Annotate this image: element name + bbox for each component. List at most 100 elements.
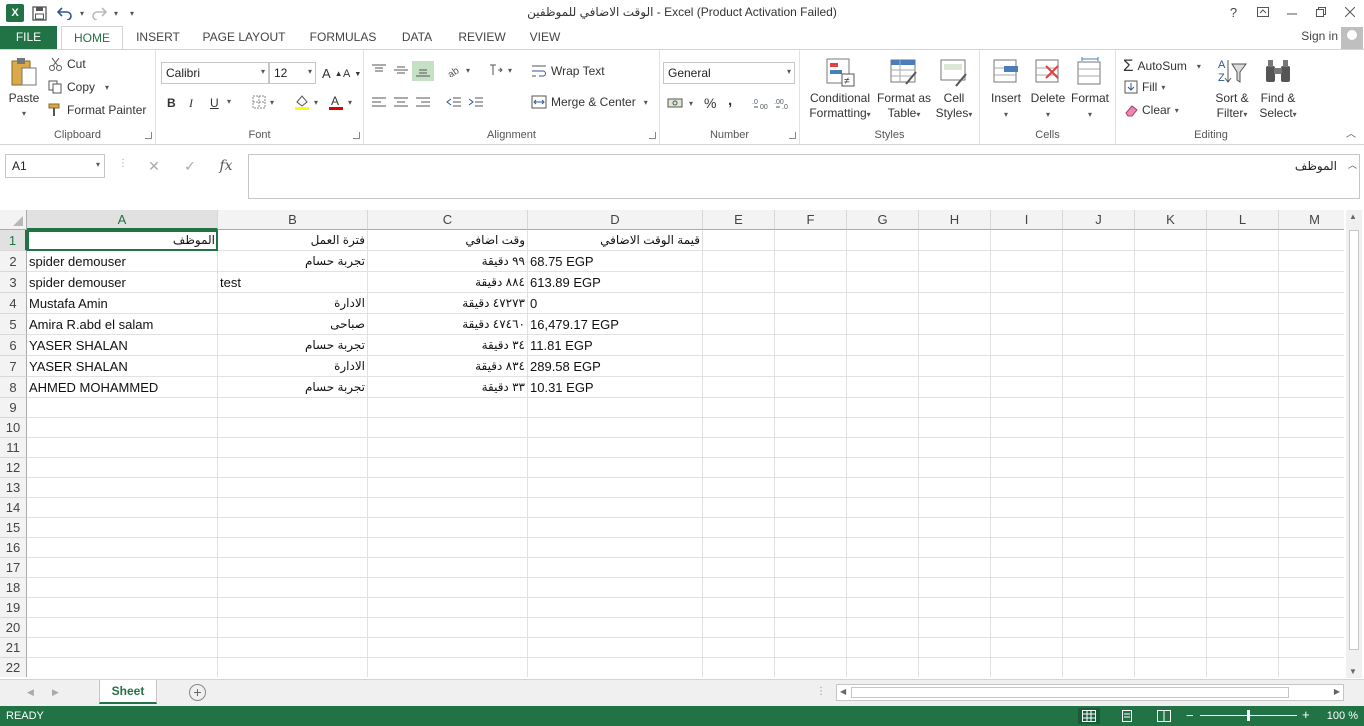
name-box[interactable]: A1 ▾ [5, 154, 105, 178]
cell-j15[interactable] [1063, 518, 1135, 538]
column-header-a[interactable]: A [27, 210, 218, 230]
cell-j4[interactable] [1063, 293, 1135, 314]
cell-f7[interactable] [775, 356, 847, 377]
cell-a22[interactable] [27, 658, 218, 677]
cell-g1[interactable] [847, 230, 919, 251]
accounting-format-button[interactable]: ▾ [667, 96, 693, 110]
cell-e10[interactable] [703, 418, 775, 438]
text-direction-button[interactable]: ▾ [488, 63, 512, 77]
italic-button[interactable]: I [189, 96, 193, 111]
cell-i3[interactable] [991, 272, 1063, 293]
align-left-button[interactable] [371, 96, 387, 108]
cell-g19[interactable] [847, 598, 919, 618]
cell-c1[interactable]: وقت اضافي [368, 230, 528, 251]
cell-f5[interactable] [775, 314, 847, 335]
tab-insert[interactable]: INSERT [131, 26, 185, 49]
cell-m15[interactable] [1279, 518, 1344, 538]
cell-g3[interactable] [847, 272, 919, 293]
cell-h14[interactable] [919, 498, 991, 518]
zoom-slider-thumb[interactable] [1247, 710, 1250, 721]
cell-j16[interactable] [1063, 538, 1135, 558]
cell-e14[interactable] [703, 498, 775, 518]
help-icon[interactable]: ? [1219, 0, 1248, 24]
cell-a4[interactable]: Mustafa Amin [27, 293, 218, 314]
cell-k13[interactable] [1135, 478, 1207, 498]
cell-m19[interactable] [1279, 598, 1344, 618]
cell-e16[interactable] [703, 538, 775, 558]
zoom-in-icon[interactable]: + [1302, 707, 1310, 722]
cell-c6[interactable]: ٣٤ دقيقة [368, 335, 528, 356]
cell-b14[interactable] [218, 498, 368, 518]
cell-i4[interactable] [991, 293, 1063, 314]
bottom-align-button[interactable] [412, 61, 434, 81]
cell-l14[interactable] [1207, 498, 1279, 518]
row-header-19[interactable]: 19 [0, 598, 27, 618]
underline-dropdown-icon[interactable]: ▾ [227, 97, 231, 106]
cell-l6[interactable] [1207, 335, 1279, 356]
clear-button[interactable]: Clear ▾ [1124, 103, 1179, 117]
cell-k4[interactable] [1135, 293, 1207, 314]
cell-k10[interactable] [1135, 418, 1207, 438]
cell-d1[interactable]: قيمة الوقت الاضافي [528, 230, 703, 251]
cell-f1[interactable] [775, 230, 847, 251]
cell-m9[interactable] [1279, 398, 1344, 418]
cell-i19[interactable] [991, 598, 1063, 618]
row-header-22[interactable]: 22 [0, 658, 27, 677]
cell-e7[interactable] [703, 356, 775, 377]
cell-a1[interactable]: الموظف [27, 230, 218, 251]
cell-f10[interactable] [775, 418, 847, 438]
cell-b19[interactable] [218, 598, 368, 618]
cell-i20[interactable] [991, 618, 1063, 638]
collapse-ribbon-icon[interactable]: ︿ [1346, 125, 1356, 140]
new-sheet-icon[interactable]: + [189, 684, 206, 701]
cell-m7[interactable] [1279, 356, 1344, 377]
cell-k8[interactable] [1135, 377, 1207, 398]
cell-k17[interactable] [1135, 558, 1207, 578]
paste-dropdown-icon[interactable]: ▾ [6, 106, 42, 121]
copy-button[interactable]: Copy ▾ [48, 80, 109, 94]
number-format-select[interactable]: General ▾ [663, 62, 795, 84]
cell-a5[interactable]: Amira R.abd el salam [27, 314, 218, 335]
cell-j19[interactable] [1063, 598, 1135, 618]
clipboard-launcher-icon[interactable] [145, 132, 152, 139]
cell-m16[interactable] [1279, 538, 1344, 558]
cell-l22[interactable] [1207, 658, 1279, 677]
cell-j5[interactable] [1063, 314, 1135, 335]
cell-f17[interactable] [775, 558, 847, 578]
cell-h13[interactable] [919, 478, 991, 498]
cell-j1[interactable] [1063, 230, 1135, 251]
cell-c18[interactable] [368, 578, 528, 598]
cell-g12[interactable] [847, 458, 919, 478]
cell-a18[interactable] [27, 578, 218, 598]
cell-e12[interactable] [703, 458, 775, 478]
cell-m13[interactable] [1279, 478, 1344, 498]
cell-d12[interactable] [528, 458, 703, 478]
cell-m6[interactable] [1279, 335, 1344, 356]
row-header-16[interactable]: 16 [0, 538, 27, 558]
cell-c7[interactable]: ٨٣٤ دقيقة [368, 356, 528, 377]
tab-review[interactable]: REVIEW [454, 26, 510, 49]
cell-e8[interactable] [703, 377, 775, 398]
grow-font-button[interactable]: A ▲ [322, 66, 343, 81]
cell-b9[interactable] [218, 398, 368, 418]
restore-icon[interactable] [1306, 0, 1335, 24]
cell-l10[interactable] [1207, 418, 1279, 438]
cell-b4[interactable]: الادارة [218, 293, 368, 314]
cell-j9[interactable] [1063, 398, 1135, 418]
cell-g9[interactable] [847, 398, 919, 418]
column-header-m[interactable]: M [1279, 210, 1344, 230]
cell-a10[interactable] [27, 418, 218, 438]
cell-a16[interactable] [27, 538, 218, 558]
cell-a3[interactable]: spider demouser [27, 272, 218, 293]
cell-h9[interactable] [919, 398, 991, 418]
sort-filter-button[interactable]: AZ Sort & Filter▾ [1212, 56, 1252, 122]
cell-c19[interactable] [368, 598, 528, 618]
cell-m11[interactable] [1279, 438, 1344, 458]
column-header-b[interactable]: B [218, 210, 368, 230]
row-header-15[interactable]: 15 [0, 518, 27, 538]
cell-g7[interactable] [847, 356, 919, 377]
cell-a19[interactable] [27, 598, 218, 618]
conditional-formatting-button[interactable]: ≠ Conditional Formatting▾ [805, 56, 875, 122]
cell-m10[interactable] [1279, 418, 1344, 438]
copy-dropdown-icon[interactable]: ▾ [105, 83, 109, 92]
